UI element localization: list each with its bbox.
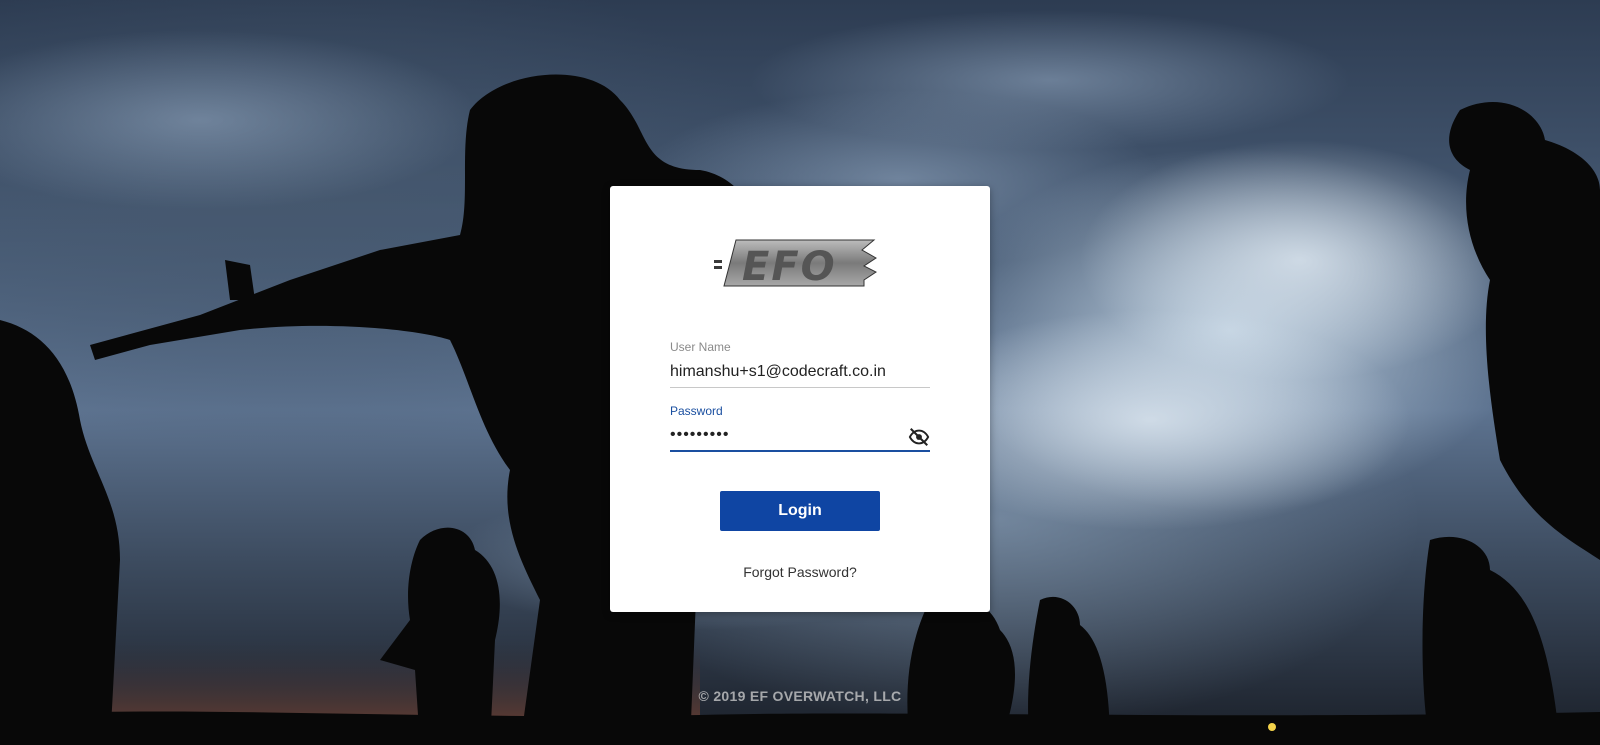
username-label: User Name xyxy=(670,340,731,354)
password-field: Password xyxy=(670,404,930,452)
efo-logo-icon: EFO xyxy=(714,239,877,290)
logo-text: EFO xyxy=(742,244,837,290)
forgot-password-link[interactable]: Forgot Password? xyxy=(610,564,990,580)
username-field: User Name xyxy=(670,340,930,388)
login-card: EFO User Name Password Login Forgot Pass… xyxy=(610,186,990,612)
copyright-footer: © 2019 EF OVERWATCH, LLC xyxy=(698,688,902,704)
efo-logo: EFO xyxy=(714,236,884,291)
password-input[interactable] xyxy=(670,422,930,452)
login-page: EFO User Name Password Login Forgot Pass… xyxy=(0,0,1600,745)
login-button[interactable]: Login xyxy=(720,491,880,531)
eye-off-icon[interactable] xyxy=(908,426,930,448)
username-input[interactable] xyxy=(670,358,930,388)
password-label: Password xyxy=(670,404,723,418)
